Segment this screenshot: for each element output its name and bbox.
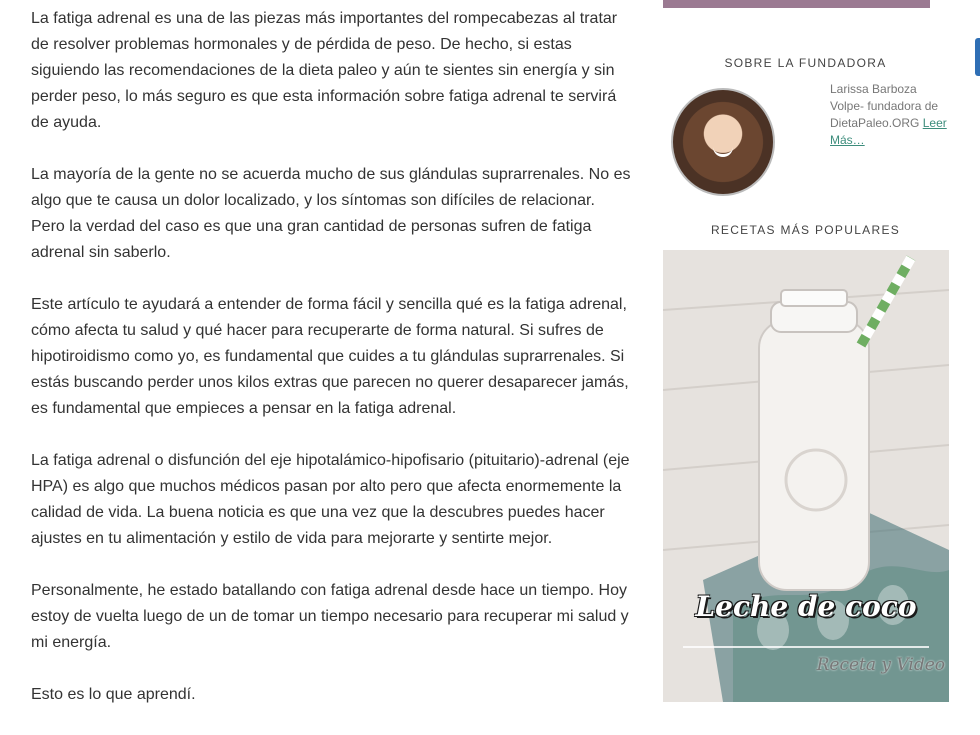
recipe-card[interactable]: Leche de coco Receta y Video	[663, 250, 949, 702]
founder-description: Larissa Barboza Volpe- fundadora de Diet…	[830, 81, 948, 149]
popular-recipes-title: RECETAS MÁS POPULARES	[710, 223, 901, 237]
article-paragraph: Este artículo te ayudará a entender de f…	[31, 296, 629, 417]
article-paragraph: Esto es lo que aprendí.	[31, 686, 196, 703]
article-paragraph: La mayoría de la gente no se acuerda muc…	[31, 166, 631, 261]
recipe-title: Leche de coco	[695, 590, 917, 623]
avatar-face-detail	[713, 146, 733, 157]
article-body: La fatiga adrenal es una de las piezas m…	[31, 6, 631, 734]
side-tab-button[interactable]	[975, 38, 980, 76]
founder-avatar[interactable]	[671, 88, 775, 196]
sidebar-accent-bar	[663, 0, 930, 8]
article-paragraph: Personalmente, he estado batallando con …	[31, 582, 629, 651]
recipe-divider	[683, 646, 929, 648]
article-paragraph: La fatiga adrenal o disfunción del eje h…	[31, 452, 630, 547]
article-paragraph: La fatiga adrenal es una de las piezas m…	[31, 10, 618, 131]
recipe-subtitle: Receta y Video	[816, 655, 945, 675]
recipe-photo	[663, 250, 949, 702]
founder-widget-title: SOBRE LA FUNDADORA	[724, 56, 887, 70]
